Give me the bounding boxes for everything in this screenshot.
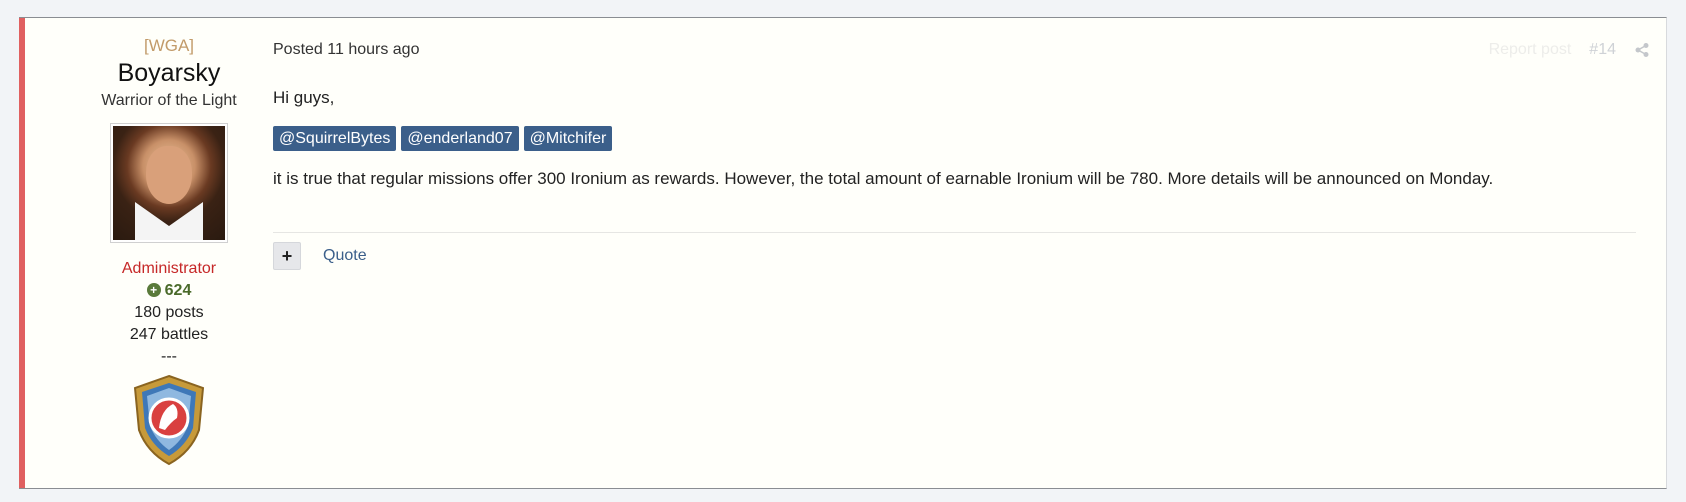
avatar-collar <box>135 202 203 240</box>
mention-enderland07[interactable]: @enderland07 <box>401 126 519 151</box>
author-username[interactable]: Boyarsky <box>69 56 269 90</box>
user-avatar[interactable] <box>111 124 227 242</box>
post-divider <box>273 232 1636 233</box>
reputation-value: 624 <box>164 282 192 299</box>
post-greeting: Hi guys, <box>273 88 335 107</box>
author-group: Administrator <box>121 260 217 277</box>
mention-mitchifer[interactable]: @Mitchifer <box>523 126 613 151</box>
author-clan[interactable]: [WGA] <box>69 36 269 56</box>
reaction-plus-button[interactable]: + <box>273 242 301 270</box>
share-icon[interactable] <box>1634 42 1650 58</box>
avatar-face <box>146 146 192 204</box>
battle-count: 247 battles <box>129 326 209 343</box>
rank-badge <box>69 374 269 466</box>
post-actions: + Quote <box>273 242 367 270</box>
report-post-link[interactable]: Report post <box>1489 41 1572 59</box>
post-body: Hi guys, @SquirrelBytes @enderland07 @Mi… <box>273 86 1636 191</box>
post-tools: Report post #14 <box>1489 41 1650 59</box>
wg-shield-badge-icon <box>133 374 205 466</box>
mention-squirrelbytes[interactable]: @SquirrelBytes <box>273 126 397 151</box>
post-number-link[interactable]: #14 <box>1589 41 1616 59</box>
forum-post: [WGA] Boyarsky Warrior of the Light Admi… <box>19 17 1667 489</box>
mention-list: @SquirrelBytes @enderland07 @Mitchifer <box>273 126 1636 151</box>
author-panel: [WGA] Boyarsky Warrior of the Light Admi… <box>69 36 269 466</box>
stats-separator: --- <box>161 348 177 365</box>
reputation: +624 <box>69 280 269 302</box>
post-meta: Posted 11 hours ago <box>273 41 420 58</box>
plus-circle-icon: + <box>146 283 161 297</box>
quote-button[interactable]: Quote <box>323 247 367 265</box>
post-count: 180 posts <box>134 304 204 321</box>
post-accent-stripe <box>19 18 25 488</box>
author-title: Warrior of the Light <box>101 92 237 109</box>
post-message: it is true that regular missions offer 3… <box>273 169 1494 188</box>
